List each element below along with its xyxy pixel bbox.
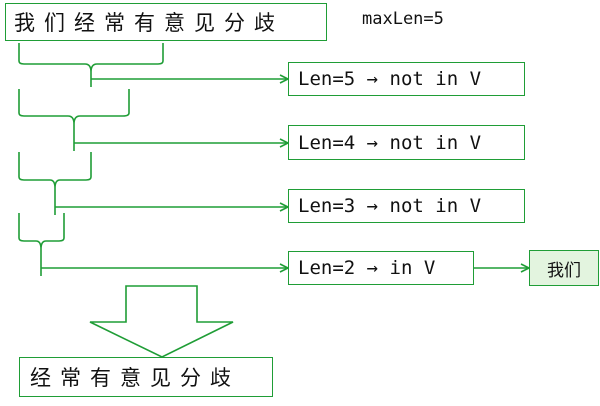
- remaining-sentence-box: 经常有意见分歧: [19, 357, 273, 397]
- check-len2-box: Len=2 → in V: [288, 251, 474, 285]
- brace-len5: [18, 43, 164, 87]
- check-len5-box: Len=5 → not in V: [288, 62, 525, 96]
- brace-len3: [18, 152, 92, 215]
- check-len4-box: Len=4 → not in V: [288, 125, 525, 160]
- check-len3-box: Len=3 → not in V: [288, 189, 525, 223]
- brace-len4: [18, 89, 130, 151]
- matched-word-box: 我们: [529, 250, 599, 286]
- max-len-label: maxLen=5: [362, 9, 444, 29]
- sentence-box: 我们经常有意见分歧: [5, 3, 327, 41]
- big-down-arrow: [89, 285, 234, 358]
- brace-len2: [18, 213, 65, 276]
